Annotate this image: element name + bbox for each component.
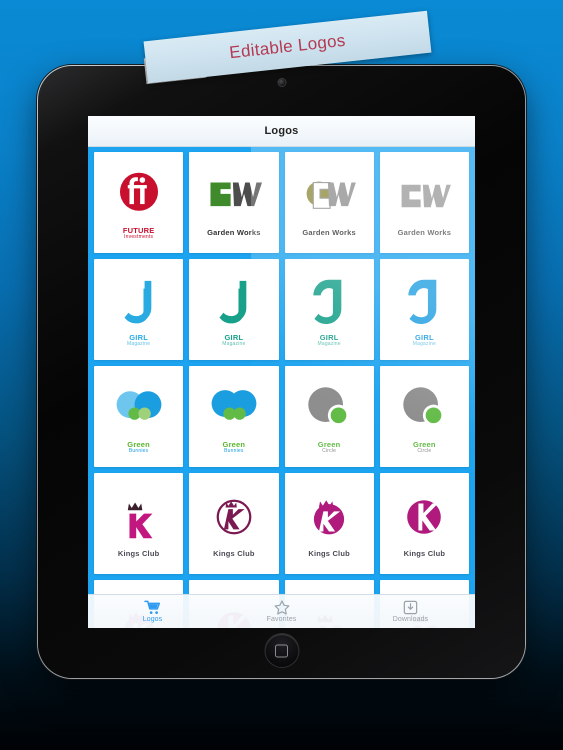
gw-gray-icon	[380, 167, 469, 225]
app-screen: Logos FUTURE Investments Garden Works Ga…	[88, 116, 475, 628]
logo-card[interactable]: Green Bunnies	[94, 366, 184, 467]
logo-card[interactable]: Kings Club	[94, 473, 184, 574]
logo-caption-line2: Bunnies	[224, 447, 244, 454]
g-block-icon	[189, 272, 278, 330]
tab-label: Downloads	[392, 616, 429, 623]
star-icon	[274, 600, 290, 615]
logo-caption: Green Circle	[413, 440, 436, 455]
logo-caption: GIRL Magazine	[412, 333, 437, 348]
app-navbar: Logos	[88, 116, 475, 147]
logo-caption: Garden Works	[207, 228, 261, 238]
logo-caption: GIRL Magazine	[317, 333, 341, 348]
logo-caption-line1: Kings Club	[308, 549, 350, 559]
logo-caption: Green Bunnies	[223, 440, 246, 455]
logo-grid: FUTURE Investments Garden Works Garden W…	[88, 146, 475, 628]
tab-logos[interactable]: Logos	[88, 600, 217, 623]
tab-label: Favorites	[266, 616, 297, 623]
logo-caption-line1: Garden Works	[207, 228, 261, 238]
logo-card[interactable]: Kings Club	[189, 473, 279, 574]
logo-card[interactable]: Garden Works	[189, 152, 279, 253]
greencircle-icon	[285, 379, 374, 437]
logo-card[interactable]: FUTURE Investments	[94, 152, 184, 253]
bunnies-light-icon	[94, 379, 183, 437]
logo-card[interactable]: Garden Works	[284, 152, 374, 253]
logo-caption-line1: Garden Works	[302, 228, 356, 238]
logo-caption: GIRL Magazine	[222, 333, 246, 348]
g-round-icon	[285, 272, 374, 330]
tab-downloads[interactable]: Downloads	[346, 600, 475, 623]
home-square-icon	[275, 644, 288, 657]
gw-olive-icon	[285, 167, 374, 225]
logo-card[interactable]: Kings Club	[379, 473, 469, 574]
logo-caption: Green Bunnies	[127, 440, 150, 455]
logo-card[interactable]: GIRL Magazine	[94, 259, 184, 360]
bottom-tab-bar: Logos Favorites Downloads	[88, 594, 475, 628]
logo-caption: GIRL Magazine	[126, 333, 151, 348]
logo-card[interactable]: GIRL Magazine	[284, 259, 374, 360]
logo-caption: Kings Club	[117, 549, 160, 559]
logo-caption-line2: Magazine	[126, 340, 151, 347]
logo-caption-line2: Investments	[124, 233, 154, 240]
logo-card[interactable]: Kings Club	[284, 473, 374, 574]
logo-caption: Garden Works	[302, 228, 356, 238]
logo-caption-line2: Bunnies	[128, 447, 149, 454]
k-crown-icon	[94, 488, 183, 546]
logo-caption-line1: Kings Club	[117, 549, 160, 559]
screenshot-root: Editable Logos Logos FUTURE Investments	[0, 0, 563, 750]
logo-card[interactable]: GIRL Magazine	[189, 259, 279, 360]
g-round-icon	[380, 272, 469, 330]
shopping-cart-icon	[144, 600, 161, 615]
bunnies-solid-icon	[189, 379, 278, 437]
logo-caption: Garden Works	[397, 228, 452, 238]
logo-caption-line1: Garden Works	[397, 228, 452, 238]
k-cut-icon	[380, 488, 469, 546]
logo-card[interactable]: Green Circle	[284, 366, 374, 467]
logo-card[interactable]: Green Bunnies	[189, 366, 279, 467]
logo-caption-line1: Kings Club	[403, 549, 446, 559]
logo-caption: Kings Club	[213, 549, 255, 559]
fi-circle-icon	[94, 165, 183, 223]
home-button[interactable]	[265, 634, 298, 667]
logo-caption-line2: Circle	[417, 447, 432, 454]
page-title: Logos	[264, 125, 299, 137]
logo-card[interactable]: Green Circle	[379, 366, 469, 467]
k-ring-icon	[189, 488, 278, 546]
logo-card[interactable]: GIRL Magazine	[379, 259, 469, 360]
logo-caption: Green Circle	[318, 440, 341, 455]
download-icon	[403, 600, 418, 615]
logo-caption-line2: Magazine	[222, 340, 246, 347]
logo-caption: Kings Club	[403, 549, 446, 559]
front-camera-icon	[278, 79, 285, 86]
tab-favorites[interactable]: Favorites	[217, 600, 346, 623]
banner-label: Editable Logos	[228, 30, 347, 63]
logo-caption: FUTURE Investments	[123, 226, 155, 241]
greencircle-icon	[380, 379, 469, 437]
g-block-icon	[94, 272, 183, 330]
logo-caption-line2: Magazine	[412, 340, 437, 347]
logo-card[interactable]: Garden Works	[379, 152, 469, 253]
k-filled-crown-icon	[285, 488, 374, 546]
logo-caption-line2: Circle	[322, 447, 337, 454]
logo-caption-line2: Magazine	[317, 340, 341, 347]
tab-label: Logos	[142, 616, 163, 623]
gw-split-icon	[189, 167, 278, 225]
logo-caption-line1: Kings Club	[213, 549, 255, 559]
logo-caption: Kings Club	[308, 549, 350, 559]
tablet-device: Logos FUTURE Investments Garden Works Ga…	[38, 66, 525, 678]
logo-grid-scroll[interactable]: FUTURE Investments Garden Works Garden W…	[88, 146, 475, 628]
